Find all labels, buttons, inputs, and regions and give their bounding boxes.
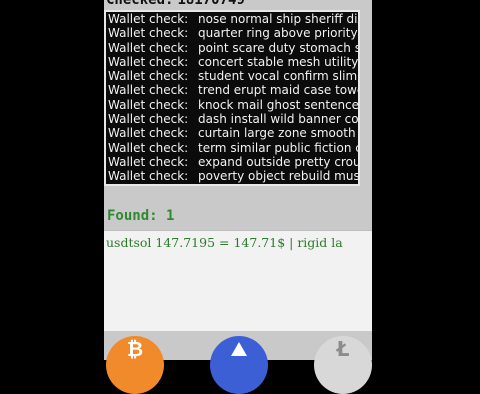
log-prefix: Wallet check: (108, 12, 189, 26)
log-phrase: point scare duty stomach st (198, 40, 360, 55)
litecoin-icon: Ł (336, 337, 350, 361)
log-prefix: Wallet check: (108, 69, 189, 84)
log-phrase: student vocal confirm slim c (198, 69, 360, 84)
log-prefix: Wallet check: (108, 40, 189, 55)
log-line: Wallet check: curtain large zone smooth o (106, 126, 358, 140)
found-results-panel[interactable]: usdtsol 147.7195 = 147.71$ | rigid la (104, 230, 372, 331)
log-phrase: poverty object rebuild mush (198, 169, 360, 184)
bitcoin-button[interactable]: ₿ (106, 336, 164, 394)
log-phrase: term similar public fiction cy (198, 140, 360, 155)
log-prefix: Wallet check: (108, 97, 189, 112)
checked-label: Checked: (106, 0, 174, 8)
log-phrase: curtain large zone smooth o (198, 126, 360, 141)
log-phrase: dash install wild banner core (198, 112, 360, 127)
log-line: Wallet check: point scare duty stomach st (106, 41, 358, 55)
ethereum-icon (231, 342, 247, 356)
log-line: Wallet check: student vocal confirm slim … (106, 69, 358, 83)
log-prefix: Wallet check: (108, 126, 189, 141)
found-result-line: usdtsol 147.7195 = 147.71$ | rigid la (106, 235, 343, 250)
log-prefix: Wallet check: (108, 54, 189, 69)
log-line: Wallet check: dash install wild banner co… (106, 112, 358, 126)
log-line: Wallet check: trend erupt maid case towe (106, 83, 358, 97)
log-prefix: Wallet check: (108, 169, 189, 184)
log-prefix: Wallet check: (108, 112, 189, 127)
log-phrase: knock mail ghost sentence v (198, 97, 360, 112)
log-line: Wallet check: expand outside pretty crou (106, 155, 358, 169)
app-screen: Checked: 18170749 Wallet check: nose norma… (104, 0, 372, 360)
log-prefix: Wallet check: (108, 140, 189, 155)
log-line: Wallet check: concert stable mesh utility… (106, 55, 358, 69)
ethereum-button[interactable] (210, 336, 268, 394)
log-phrase: expand outside pretty crou (198, 154, 360, 169)
log-phrase: quarter ring above priority s (198, 26, 360, 41)
log-line: Wallet check: quarter ring above priority… (106, 26, 358, 40)
log-prefix: Wallet check: (108, 154, 189, 169)
log-line: Wallet check: knock mail ghost sentence v (106, 98, 358, 112)
log-prefix: Wallet check: (108, 26, 189, 41)
log-phrase: trend erupt maid case towe (198, 83, 360, 98)
log-line: Wallet check: term similar public fiction… (106, 141, 358, 155)
log-phrase: nose normal ship sheriff dizz (198, 12, 360, 26)
checked-counter: Checked: 18170749 (106, 0, 366, 9)
log-line: Wallet check: nose normal ship sheriff di… (106, 12, 358, 26)
wallet-check-log[interactable]: Wallet check: nose normal ship sheriff di… (104, 10, 360, 186)
log-phrase: concert stable mesh utility e (198, 54, 360, 69)
log-prefix: Wallet check: (108, 83, 189, 98)
checked-count: 18170749 (177, 0, 245, 8)
bitcoin-icon: ₿ (126, 337, 144, 361)
litecoin-button[interactable]: Ł (314, 336, 372, 394)
found-counter: Found: 1 (107, 208, 175, 224)
log-line: Wallet check: poverty object rebuild mush (106, 169, 358, 183)
